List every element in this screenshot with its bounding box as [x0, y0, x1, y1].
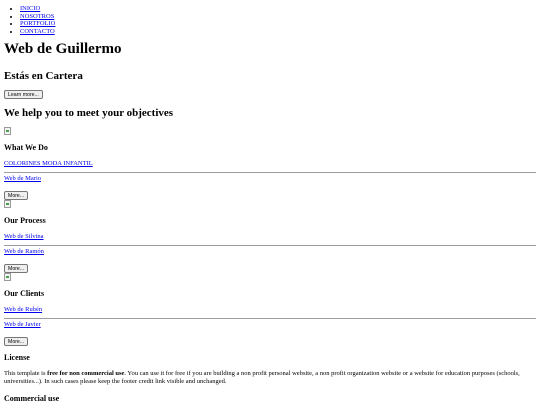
more-button-our-clients[interactable]: More...: [4, 337, 29, 346]
license-title: License: [4, 353, 30, 362]
commercial-use-title: Commercial use: [4, 394, 60, 403]
nav-item-contacto: CONTACTO: [20, 28, 55, 36]
link-web-silvina[interactable]: Web de Silvina: [4, 233, 44, 240]
nav-item-nosotros: NOSOTROS: [20, 13, 55, 21]
link-colorines[interactable]: COLORINES MODA INFANTIL: [4, 160, 93, 167]
section-link-row: Web de Silvina: [4, 233, 44, 241]
link-web-ramon[interactable]: Web de Ramón: [4, 248, 44, 255]
hero-subtitle: Estás en Cartera: [4, 70, 83, 82]
license-text: This template is free for non commercial…: [4, 370, 536, 385]
intro-heading: We help you to meet your objectives: [4, 107, 174, 119]
nav-link-nosotros[interactable]: NOSOTROS: [20, 13, 54, 20]
section-link-row: Web de Rubén: [4, 306, 42, 314]
section-link-row: Web de Ramón: [4, 248, 44, 256]
learn-more-button[interactable]: Learn more...: [4, 90, 43, 99]
license-text-bold: free for non commercial use: [47, 370, 125, 377]
nav-link-inicio[interactable]: INICIO: [20, 5, 40, 12]
nav-link-portfolio[interactable]: PORTFOLIO: [20, 20, 55, 27]
section-image-broken-icon: [4, 200, 11, 208]
divider: [4, 245, 536, 246]
divider: [4, 172, 536, 173]
section-title-what-we-do: What We Do: [4, 143, 48, 152]
nav-link-contacto[interactable]: CONTACTO: [20, 28, 55, 35]
section-link-row: Web de Mario: [4, 175, 41, 183]
section-link-row: COLORINES MODA INFANTIL: [4, 160, 93, 168]
section-title-our-process: Our Process: [4, 216, 46, 225]
main-nav: INICIO NOSOTROS PORTFOLIO CONTACTO: [4, 5, 55, 35]
section-title-our-clients: Our Clients: [4, 289, 45, 298]
section-link-row: Web de Javier: [4, 321, 41, 329]
site-title: Web de Guillermo: [4, 41, 122, 57]
nav-item-portfolio: PORTFOLIO: [20, 20, 55, 28]
section-image-broken-icon: [4, 127, 11, 135]
section-image-broken-icon: [4, 273, 11, 281]
nav-item-inicio: INICIO: [20, 5, 55, 13]
more-button-our-process[interactable]: More...: [4, 264, 29, 273]
link-web-ruben[interactable]: Web de Rubén: [4, 306, 42, 313]
more-button-what-we-do[interactable]: More...: [4, 191, 29, 200]
divider: [4, 318, 536, 319]
link-web-javier[interactable]: Web de Javier: [4, 321, 41, 328]
license-text-start: This template is: [4, 370, 48, 377]
link-web-mario[interactable]: Web de Mario: [4, 175, 41, 182]
